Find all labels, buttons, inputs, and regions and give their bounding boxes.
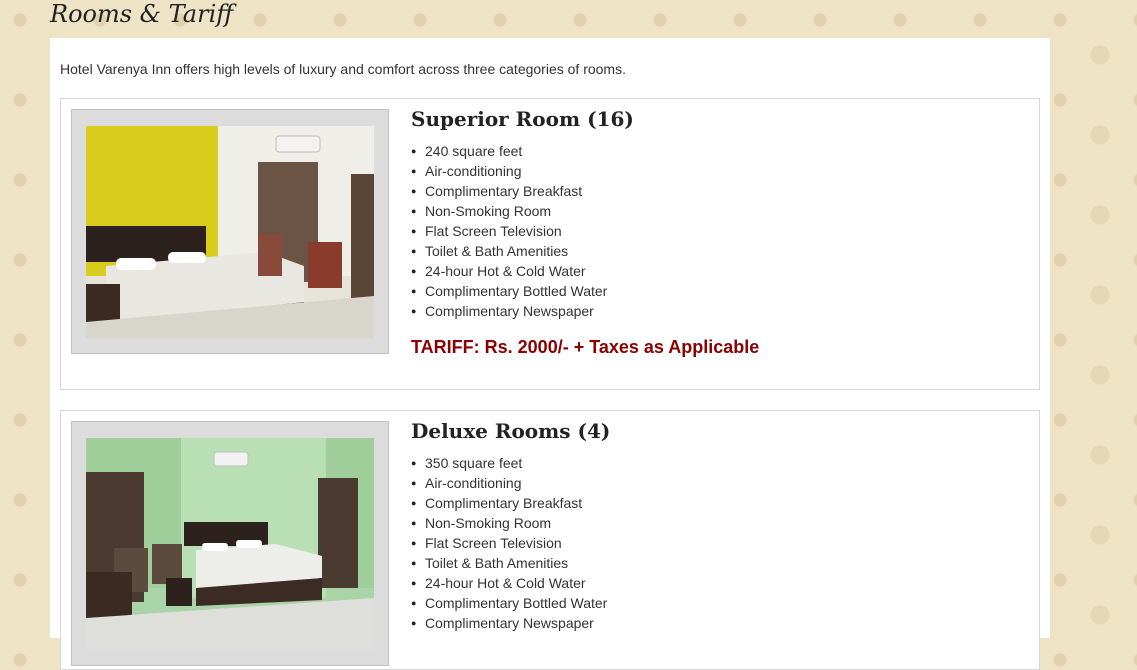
- superior-room-photo-image: [86, 126, 374, 338]
- amenity-item: Complimentary Breakfast: [411, 181, 759, 201]
- amenity-item: 24-hour Hot & Cold Water: [411, 261, 759, 281]
- room-info: Deluxe Rooms (4) 350 square feet Air-con…: [411, 417, 610, 633]
- room-title: Deluxe Rooms (4): [411, 419, 611, 443]
- room-photo[interactable]: [86, 126, 374, 338]
- amenity-item: Flat Screen Television: [411, 221, 759, 241]
- page-title: Rooms & Tariff: [50, 0, 234, 28]
- amenity-item: Complimentary Breakfast: [411, 493, 610, 513]
- amenity-item: Non-Smoking Room: [411, 513, 610, 533]
- room-photo-frame: [71, 421, 389, 666]
- amenity-item: Complimentary Bottled Water: [411, 281, 759, 301]
- amenity-item: Toilet & Bath Amenities: [411, 241, 759, 261]
- content-panel: Hotel Varenya Inn offers high levels of …: [50, 38, 1050, 670]
- tariff-text: TARIFF: Rs. 2000/- + Taxes as Applicable: [411, 337, 760, 357]
- room-info: Superior Room (16) 240 square feet Air-c…: [411, 105, 759, 358]
- amenity-item: Non-Smoking Room: [411, 201, 759, 221]
- amenity-item: 350 square feet: [411, 453, 610, 473]
- room-title: Superior Room (16): [411, 107, 634, 131]
- amenity-item: Flat Screen Television: [411, 533, 610, 553]
- amenity-item: Toilet & Bath Amenities: [411, 553, 610, 573]
- room-card-superior: Superior Room (16) 240 square feet Air-c…: [60, 98, 1040, 390]
- amenity-item: 240 square feet: [411, 141, 759, 161]
- deluxe-room-photo-image: [86, 438, 374, 650]
- room-photo[interactable]: [86, 438, 374, 650]
- amenity-item: Complimentary Bottled Water: [411, 593, 610, 613]
- room-photo-frame: [71, 109, 389, 354]
- amenities-list: 240 square feet Air-conditioning Complim…: [411, 141, 759, 321]
- amenity-item: 24-hour Hot & Cold Water: [411, 573, 610, 593]
- amenity-item: Air-conditioning: [411, 161, 759, 181]
- amenities-list: 350 square feet Air-conditioning Complim…: [411, 453, 610, 633]
- amenity-item: Complimentary Newspaper: [411, 301, 759, 321]
- amenity-item: Complimentary Newspaper: [411, 613, 610, 633]
- intro-text: Hotel Varenya Inn offers high levels of …: [60, 61, 626, 77]
- amenity-item: Air-conditioning: [411, 473, 610, 493]
- room-card-deluxe: Deluxe Rooms (4) 350 square feet Air-con…: [60, 410, 1040, 670]
